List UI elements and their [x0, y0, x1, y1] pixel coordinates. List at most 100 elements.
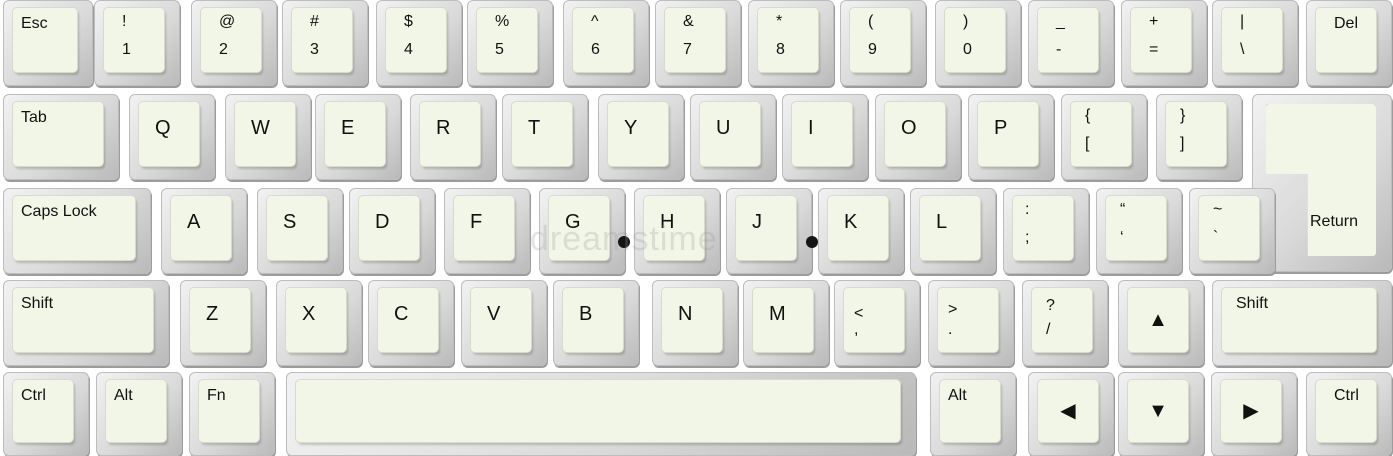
- key-top-label: }: [1180, 107, 1186, 124]
- key-label: Shift: [21, 295, 54, 312]
- key-6[interactable]: ^ 6: [563, 0, 649, 86]
- key-7[interactable]: & 7: [655, 0, 741, 86]
- key-e[interactable]: E: [315, 94, 401, 180]
- key-label: L: [936, 211, 948, 233]
- key-label: Del: [1334, 15, 1359, 32]
- key-bottom-label: 6: [591, 41, 600, 58]
- key-5[interactable]: % 5: [467, 0, 553, 86]
- key-bottom-label: [: [1085, 135, 1090, 152]
- key-alt-left[interactable]: Alt: [96, 372, 182, 456]
- key-label: Z: [206, 303, 219, 325]
- key-bottom-label: \: [1240, 41, 1245, 58]
- key-p[interactable]: P: [968, 94, 1054, 180]
- key-8[interactable]: * 8: [748, 0, 834, 86]
- key-j[interactable]: J: [726, 188, 812, 274]
- key-9[interactable]: (9: [840, 0, 926, 86]
- key-label: Shift: [1236, 295, 1269, 312]
- key-arrow-right[interactable]: ▶: [1211, 372, 1297, 456]
- watermark-text: dreamstime: [530, 220, 718, 258]
- key-label: R: [436, 117, 451, 139]
- key-top-label: !: [122, 13, 127, 30]
- key-z[interactable]: Z: [180, 280, 266, 366]
- key-f[interactable]: F: [444, 188, 530, 274]
- key-top-label: “: [1120, 201, 1126, 218]
- key-tilde[interactable]: ~ `: [1189, 188, 1275, 274]
- arrow-left-icon: ◀: [1060, 400, 1076, 422]
- key-label: O: [901, 117, 917, 139]
- key-c[interactable]: C: [368, 280, 454, 366]
- key-d[interactable]: D: [349, 188, 435, 274]
- key-top-label: {: [1085, 107, 1091, 124]
- key-top-label: $: [404, 13, 413, 30]
- key-q[interactable]: Q: [129, 94, 215, 180]
- key-bottom-label: 5: [495, 41, 504, 58]
- key-n[interactable]: N: [652, 280, 738, 366]
- key-label: S: [283, 211, 297, 233]
- key-x[interactable]: X: [276, 280, 362, 366]
- key-bottom-label: 4: [404, 41, 413, 58]
- key-2[interactable]: @2: [191, 0, 277, 86]
- key-esc[interactable]: Esc: [3, 0, 93, 86]
- key-bottom-label: ;: [1025, 229, 1030, 246]
- key-label: W: [251, 117, 270, 139]
- key-1[interactable]: ! 1: [94, 0, 180, 86]
- key-tab[interactable]: Tab: [3, 94, 119, 180]
- key-bottom-label: .: [948, 321, 953, 338]
- key-l[interactable]: L: [910, 188, 996, 274]
- key-o[interactable]: O: [875, 94, 961, 180]
- key-equal[interactable]: + =: [1121, 0, 1207, 86]
- key-bottom-label: 7: [683, 41, 692, 58]
- key-alt-right[interactable]: Alt: [930, 372, 1016, 456]
- key-a[interactable]: A: [161, 188, 247, 274]
- key-w[interactable]: W: [225, 94, 311, 180]
- key-semicolon[interactable]: :;: [1003, 188, 1089, 274]
- key-b[interactable]: B: [553, 280, 639, 366]
- key-top-label: @: [219, 13, 236, 30]
- key-shift-right[interactable]: Shift: [1212, 280, 1392, 366]
- key-top-label: ): [963, 13, 969, 30]
- key-minus[interactable]: _ -: [1028, 0, 1114, 86]
- key-v[interactable]: V: [461, 280, 547, 366]
- key-shift-left[interactable]: Shift: [3, 280, 169, 366]
- key-period[interactable]: >.: [928, 280, 1014, 366]
- key-y[interactable]: Y: [598, 94, 684, 180]
- key-i[interactable]: I: [782, 94, 868, 180]
- key-arrow-up[interactable]: ▲: [1118, 280, 1204, 366]
- key-arrow-down[interactable]: ▼: [1118, 372, 1204, 456]
- key-arrow-left[interactable]: ◀: [1028, 372, 1114, 456]
- key-quote[interactable]: “‘: [1096, 188, 1182, 274]
- key-left-bracket[interactable]: {[: [1061, 94, 1147, 180]
- key-top-label: (: [868, 13, 874, 30]
- key-del[interactable]: Del: [1306, 0, 1392, 86]
- key-slash[interactable]: ? /: [1022, 280, 1108, 366]
- key-r[interactable]: R: [410, 94, 496, 180]
- key-right-bracket[interactable]: }]: [1156, 94, 1242, 180]
- key-bottom-label: ,: [854, 321, 859, 338]
- key-t[interactable]: T: [502, 94, 588, 180]
- key-k[interactable]: K: [818, 188, 904, 274]
- key-ctrl-left[interactable]: Ctrl: [3, 372, 89, 456]
- key-top-label: +: [1149, 13, 1159, 30]
- key-3[interactable]: #3: [282, 0, 368, 86]
- key-label: X: [302, 303, 316, 325]
- arrow-right-icon: ▶: [1243, 400, 1259, 422]
- key-ctrl-right[interactable]: Ctrl: [1306, 372, 1392, 456]
- key-label: Alt: [114, 387, 133, 404]
- key-s[interactable]: S: [257, 188, 343, 274]
- key-m[interactable]: M: [743, 280, 829, 366]
- key-comma[interactable]: <,: [834, 280, 920, 366]
- key-top-label: |: [1240, 13, 1245, 30]
- key-0[interactable]: ) 0: [935, 0, 1021, 86]
- key-u[interactable]: U: [690, 94, 776, 180]
- key-label: Return: [1310, 213, 1359, 230]
- key-backslash[interactable]: | \: [1212, 0, 1298, 86]
- watermark-dot-right: [806, 236, 818, 248]
- key-label: I: [808, 117, 814, 139]
- key-space[interactable]: [286, 372, 916, 456]
- key-top-label: >: [948, 301, 958, 318]
- key-label: Tab: [21, 109, 47, 126]
- key-4[interactable]: $4: [376, 0, 462, 86]
- key-label: N: [678, 303, 693, 325]
- key-caps-lock[interactable]: Caps Lock: [3, 188, 151, 274]
- key-fn[interactable]: Fn: [189, 372, 275, 456]
